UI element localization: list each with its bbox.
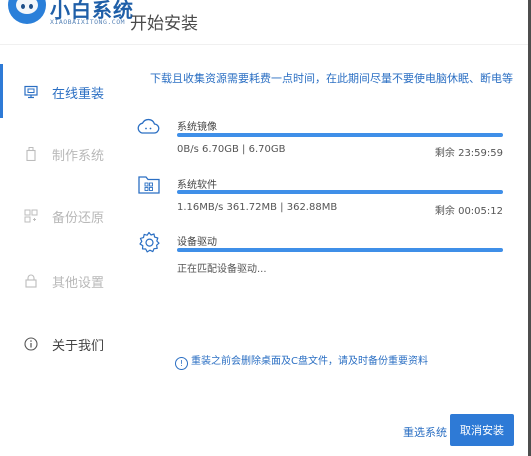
monitor-icon (24, 85, 38, 99)
progress-fill (177, 133, 503, 137)
backup-warning: ! 重装之前会删除桌面及C盘文件，请及时备份重要资料 (175, 352, 428, 370)
task-name-device-drivers: 设备驱动 (177, 237, 217, 248)
sidebar-item-backup-restore[interactable]: 备份还原 (0, 197, 120, 237)
sidebar-item-about-us[interactable]: 关于我们 (0, 325, 120, 365)
header-divider (0, 44, 531, 45)
sidebar-item-other-settings[interactable]: 其他设置 (0, 262, 120, 302)
sidebar-item-label: 备份还原 (52, 211, 105, 226)
sidebar-item-label: 在线重装 (52, 87, 105, 102)
logo-face (16, 0, 38, 14)
backup-icon (24, 209, 38, 223)
progress-bar-system-software (177, 190, 503, 194)
download-notice: 下载且收集资源需要耗费一点时间，在此期间尽量不要使电脑休眠、断电等 (150, 72, 513, 85)
gear-icon (139, 231, 160, 253)
info-icon (24, 337, 38, 351)
progress-fill (177, 190, 503, 194)
brand-subtitle: XIAOBAIXITONG.COM (50, 18, 126, 26)
cancel-install-button[interactable]: 取消安装 (450, 414, 514, 446)
sidebar-item-label: 制作系统 (52, 149, 105, 164)
cloud-icon (137, 118, 160, 134)
progress-fill (177, 248, 503, 252)
logo-icon (8, 0, 46, 24)
logo-eye-right (29, 4, 33, 9)
sidebar-item-online-reinstall[interactable]: 在线重装 (0, 73, 120, 113)
lock-icon (25, 274, 37, 288)
task-remaining-system-software: 剩余 00:05:12 (434, 206, 503, 217)
software-folder-icon (138, 176, 160, 194)
backup-warning-text: 重装之前会删除桌面及C盘文件，请及时备份重要资料 (191, 356, 428, 367)
task-name-system-image: 系统镜像 (177, 122, 217, 133)
progress-bar-device-drivers (177, 248, 503, 252)
sidebar-item-label: 其他设置 (52, 276, 105, 291)
progress-bar-system-image (177, 133, 503, 137)
reselect-system-button[interactable]: 重选系统 (403, 424, 447, 440)
task-remaining-system-image: 剩余 23:59:59 (434, 148, 503, 159)
usb-icon (26, 147, 36, 161)
sidebar-item-label: 关于我们 (52, 339, 105, 354)
task-name-system-software: 系统软件 (177, 180, 217, 191)
task-status-system-image: 0B/s 6.70GB | 6.70GB (177, 144, 286, 155)
task-status-device-drivers: 正在匹配设备驱动... (177, 264, 267, 275)
sidebar-item-make-system[interactable]: 制作系统 (0, 135, 120, 175)
task-status-system-software: 1.16MB/s 361.72MB | 362.88MB (177, 202, 338, 213)
page-title: 开始安装 (130, 14, 198, 34)
warning-icon: ! (175, 357, 188, 370)
logo-eye-left (21, 4, 25, 9)
